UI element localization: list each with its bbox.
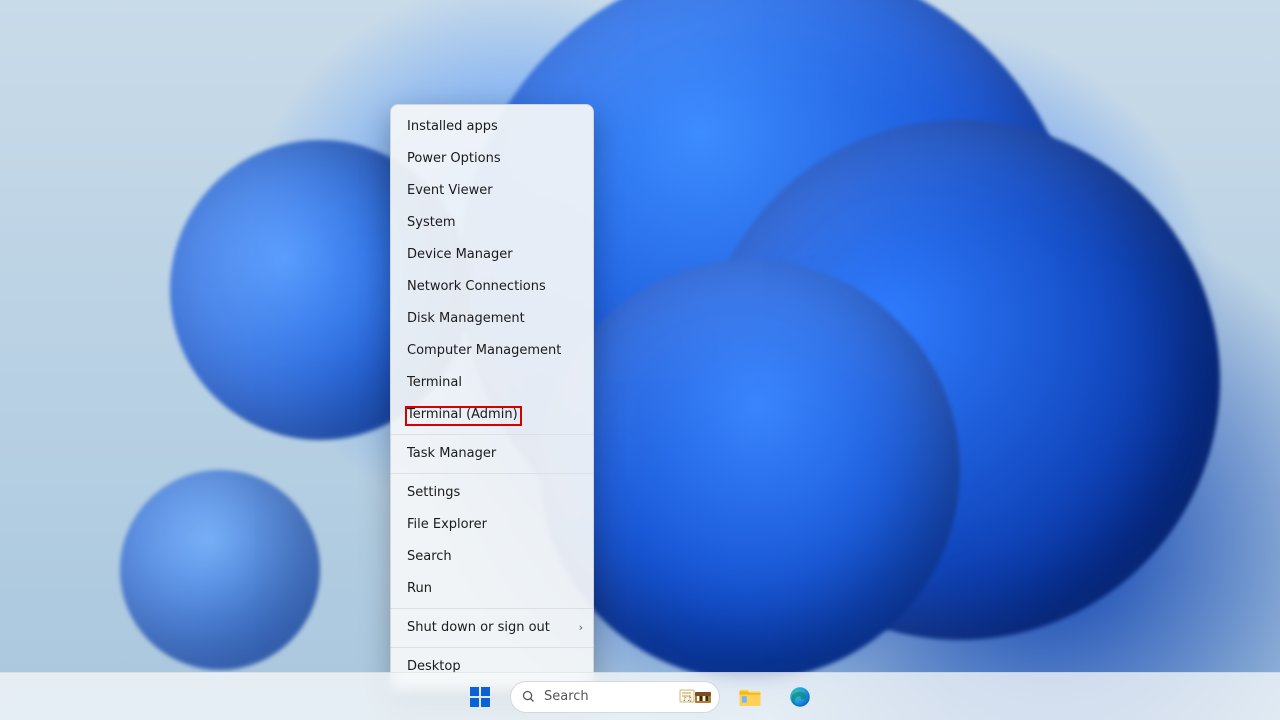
menu-separator xyxy=(391,647,593,648)
desktop-wallpaper xyxy=(0,0,1280,720)
edge-icon xyxy=(788,685,812,709)
file-explorer-icon xyxy=(737,684,763,710)
svg-text:♪♫: ♪♫ xyxy=(683,696,692,703)
menu-item-file-explorer[interactable]: File Explorer xyxy=(391,509,593,541)
taskbar-file-explorer[interactable] xyxy=(730,677,770,717)
taskbar: Search ♪♫ xyxy=(0,672,1280,720)
menu-item-label: Installed apps xyxy=(407,119,498,134)
menu-item-terminal-admin[interactable]: Terminal (Admin) xyxy=(391,399,593,431)
menu-item-event-viewer[interactable]: Event Viewer xyxy=(391,175,593,207)
menu-item-shut-down-or-sign-out[interactable]: Shut down or sign out › xyxy=(391,612,593,644)
menu-item-computer-management[interactable]: Computer Management xyxy=(391,335,593,367)
menu-item-label: Computer Management xyxy=(407,343,561,358)
chevron-right-icon: › xyxy=(579,612,583,644)
search-placeholder-text: Search xyxy=(544,689,589,704)
menu-item-label: Task Manager xyxy=(407,446,496,461)
menu-separator xyxy=(391,434,593,435)
menu-item-label: Run xyxy=(407,581,432,596)
menu-item-network-connections[interactable]: Network Connections xyxy=(391,271,593,303)
menu-item-label: Device Manager xyxy=(407,247,513,262)
menu-item-label: System xyxy=(407,215,455,230)
search-rich-icon: ♪♫ xyxy=(679,687,713,707)
menu-item-terminal[interactable]: Terminal xyxy=(391,367,593,399)
menu-item-label: Search xyxy=(407,549,452,564)
menu-item-system[interactable]: System xyxy=(391,207,593,239)
taskbar-edge[interactable] xyxy=(780,677,820,717)
windows-logo-icon xyxy=(468,685,492,709)
menu-item-label: File Explorer xyxy=(407,517,487,532)
menu-item-label: Power Options xyxy=(407,151,501,166)
menu-item-label: Shut down or sign out xyxy=(407,620,550,635)
menu-item-settings[interactable]: Settings xyxy=(391,477,593,509)
menu-item-installed-apps[interactable]: Installed apps xyxy=(391,111,593,143)
menu-item-search[interactable]: Search xyxy=(391,541,593,573)
menu-separator xyxy=(391,608,593,609)
menu-item-label: Event Viewer xyxy=(407,183,493,198)
taskbar-search[interactable]: Search ♪♫ xyxy=(510,681,720,713)
menu-item-label: Disk Management xyxy=(407,311,525,326)
menu-item-power-options[interactable]: Power Options xyxy=(391,143,593,175)
menu-item-label: Network Connections xyxy=(407,279,546,294)
menu-item-disk-management[interactable]: Disk Management xyxy=(391,303,593,335)
winx-context-menu[interactable]: Installed apps Power Options Event Viewer S… xyxy=(390,104,594,690)
menu-item-device-manager[interactable]: Device Manager xyxy=(391,239,593,271)
menu-item-label: Terminal (Admin) xyxy=(407,407,518,422)
menu-item-task-manager[interactable]: Task Manager xyxy=(391,438,593,470)
search-icon xyxy=(521,689,536,704)
wallpaper-petal xyxy=(120,470,320,670)
menu-item-label: Terminal xyxy=(407,375,462,390)
start-button[interactable] xyxy=(460,677,500,717)
menu-item-run[interactable]: Run xyxy=(391,573,593,605)
menu-separator xyxy=(391,473,593,474)
menu-item-label: Settings xyxy=(407,485,460,500)
